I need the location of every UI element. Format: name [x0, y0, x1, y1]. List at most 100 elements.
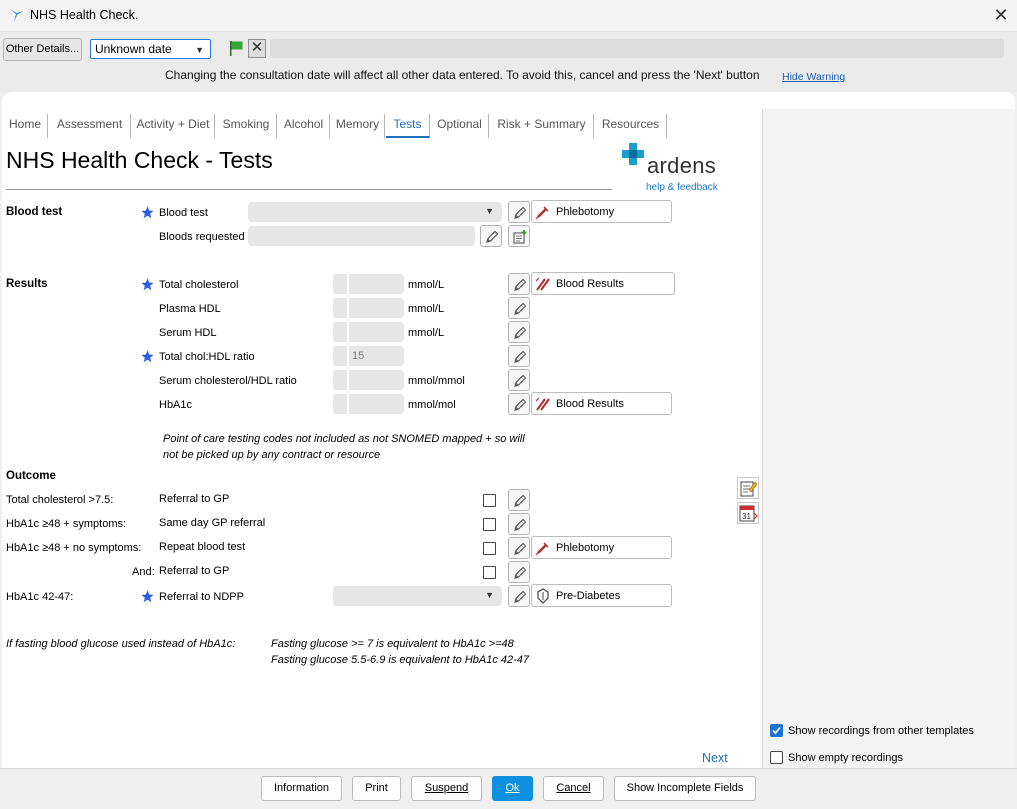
hide-warning-link[interactable]: Hide Warning: [782, 71, 845, 83]
glucose-note-label: If fasting blood glucose used instead of…: [6, 638, 236, 650]
tab-home[interactable]: Home: [3, 114, 48, 138]
close-icon: ✕: [250, 39, 264, 56]
plasma-hdl-input[interactable]: [333, 298, 404, 318]
outcome-action: Repeat blood test: [159, 541, 246, 553]
title-divider: [6, 189, 612, 190]
show-other-templates-checkbox[interactable]: [770, 724, 783, 737]
edit-hba1c-button[interactable]: [508, 393, 530, 415]
bloods-requested-input[interactable]: [248, 226, 475, 246]
hba1c-input[interactable]: [333, 394, 404, 414]
add-request-button[interactable]: [508, 225, 530, 247]
ardens-logo-text: ardens: [647, 153, 717, 178]
outcome-condition: Total cholesterol >7.5:: [6, 494, 114, 506]
tab-alcohol[interactable]: Alcohol: [278, 114, 330, 138]
pencil-icon: [514, 398, 527, 411]
poc-note-line-1: Point of care testing codes not included…: [163, 433, 525, 445]
pre-diabetes-link-button[interactable]: Pre-Diabetes: [531, 584, 672, 607]
phlebotomy-link-button[interactable]: Phlebotomy: [531, 536, 672, 559]
and-referral-gp-checkbox[interactable]: [483, 566, 496, 579]
required-star-icon: [141, 590, 154, 603]
required-star-icon: [141, 278, 154, 291]
edit-serum-hdl-button[interactable]: [508, 321, 530, 343]
outcome-condition: And:: [132, 566, 155, 578]
edit-total-cholesterol-button[interactable]: [508, 273, 530, 295]
outcome-action: Referral to NDPP: [159, 591, 244, 603]
cancel-button[interactable]: Cancel: [543, 776, 604, 801]
pencil-icon: [514, 326, 527, 339]
date-value: Unknown date: [95, 42, 172, 56]
calendar-icon: 31: [739, 505, 758, 522]
blood-test-label: Blood test: [159, 207, 208, 219]
unit-label: mmol/mol: [408, 399, 456, 411]
tab-optional[interactable]: Optional: [431, 114, 489, 138]
tab-risk-summary[interactable]: Risk + Summary: [490, 114, 594, 138]
chevron-down-icon: ▼: [195, 45, 204, 55]
total-chol-hdl-ratio-input[interactable]: 15: [333, 346, 404, 366]
outcome-action: Referral to GP: [159, 493, 230, 505]
app-logo-icon: [11, 10, 23, 22]
tab-tests[interactable]: Tests: [386, 114, 430, 138]
other-details-button[interactable]: Other Details...: [3, 38, 82, 61]
edit-outcome-button[interactable]: [508, 489, 530, 511]
calendar-button[interactable]: 31: [737, 502, 759, 524]
information-button[interactable]: Information: [261, 776, 342, 801]
suspend-button[interactable]: Suspend: [411, 776, 482, 801]
pencil-icon: [514, 494, 527, 507]
edit-blood-test-button[interactable]: [508, 201, 530, 223]
edit-outcome-button[interactable]: [508, 513, 530, 535]
edit-chol-hdl-ratio-button[interactable]: [508, 345, 530, 367]
next-link[interactable]: Next: [702, 751, 728, 765]
show-empty-recordings-label: Show empty recordings: [788, 752, 903, 764]
edit-serum-ratio-button[interactable]: [508, 369, 530, 391]
add-note-button[interactable]: [737, 477, 759, 499]
show-empty-recordings-checkbox[interactable]: [770, 751, 783, 764]
date-info-bar: [270, 39, 1004, 58]
total-cholesterol-input[interactable]: [333, 274, 404, 294]
bloods-requested-label: Bloods requested: [159, 231, 245, 243]
tab-activity-diet[interactable]: Activity + Diet: [132, 114, 215, 138]
outcome-condition: HbA1c 42-47:: [6, 591, 74, 603]
same-day-referral-checkbox[interactable]: [483, 518, 496, 531]
edit-plasma-hdl-button[interactable]: [508, 297, 530, 319]
repeat-blood-test-checkbox[interactable]: [483, 542, 496, 555]
phlebotomy-label: Phlebotomy: [556, 206, 615, 218]
tab-memory[interactable]: Memory: [331, 114, 385, 138]
consultation-date-select[interactable]: Unknown date ▼: [90, 39, 211, 59]
chevron-down-icon: ▼: [485, 206, 494, 216]
clear-date-button[interactable]: ✕: [248, 39, 266, 58]
outcome-condition: HbA1c ≥48 + no symptoms:: [6, 542, 142, 554]
phlebotomy-link-button[interactable]: Phlebotomy: [531, 200, 672, 223]
unit-label: mmol/L: [408, 279, 445, 291]
tab-assessment[interactable]: Assessment: [49, 114, 131, 138]
show-incomplete-fields-button[interactable]: Show Incomplete Fields: [614, 776, 756, 801]
pencil-icon: [514, 206, 527, 219]
blood-results-link-button[interactable]: Blood Results: [531, 272, 675, 295]
section-blood-test: Blood test: [6, 206, 63, 218]
close-icon[interactable]: ✕: [990, 5, 1012, 27]
window-title: NHS Health Check.: [30, 8, 139, 22]
ok-button[interactable]: Ok: [492, 776, 533, 801]
test-tubes-icon: [535, 397, 550, 411]
edit-outcome-button[interactable]: [508, 585, 530, 607]
flag-icon[interactable]: [228, 40, 244, 57]
pencil-icon: [514, 302, 527, 315]
test-tubes-icon: [535, 277, 550, 291]
pre-diabetes-label: Pre-Diabetes: [556, 590, 621, 602]
edit-outcome-button[interactable]: [508, 537, 530, 559]
poc-note-line-2: not be picked up by any contract or reso…: [163, 449, 381, 461]
print-button[interactable]: Print: [352, 776, 401, 801]
pencil-icon: [486, 230, 499, 243]
referral-gp-checkbox[interactable]: [483, 494, 496, 507]
edit-outcome-button[interactable]: [508, 561, 530, 583]
blood-test-dropdown[interactable]: ▼: [248, 202, 502, 222]
blood-results-link-button[interactable]: Blood Results: [531, 392, 672, 415]
help-feedback-link[interactable]: help & feedback: [646, 182, 718, 193]
serum-hdl-input[interactable]: [333, 322, 404, 342]
edit-bloods-requested-button[interactable]: [480, 225, 502, 247]
ndpp-referral-dropdown[interactable]: ▼: [333, 586, 502, 606]
required-star-icon: [141, 206, 154, 219]
tab-resources[interactable]: Resources: [595, 114, 667, 138]
serum-chol-hdl-ratio-input[interactable]: [333, 370, 404, 390]
tab-smoking[interactable]: Smoking: [216, 114, 277, 138]
unit-label: mmol/mmol: [408, 375, 465, 387]
